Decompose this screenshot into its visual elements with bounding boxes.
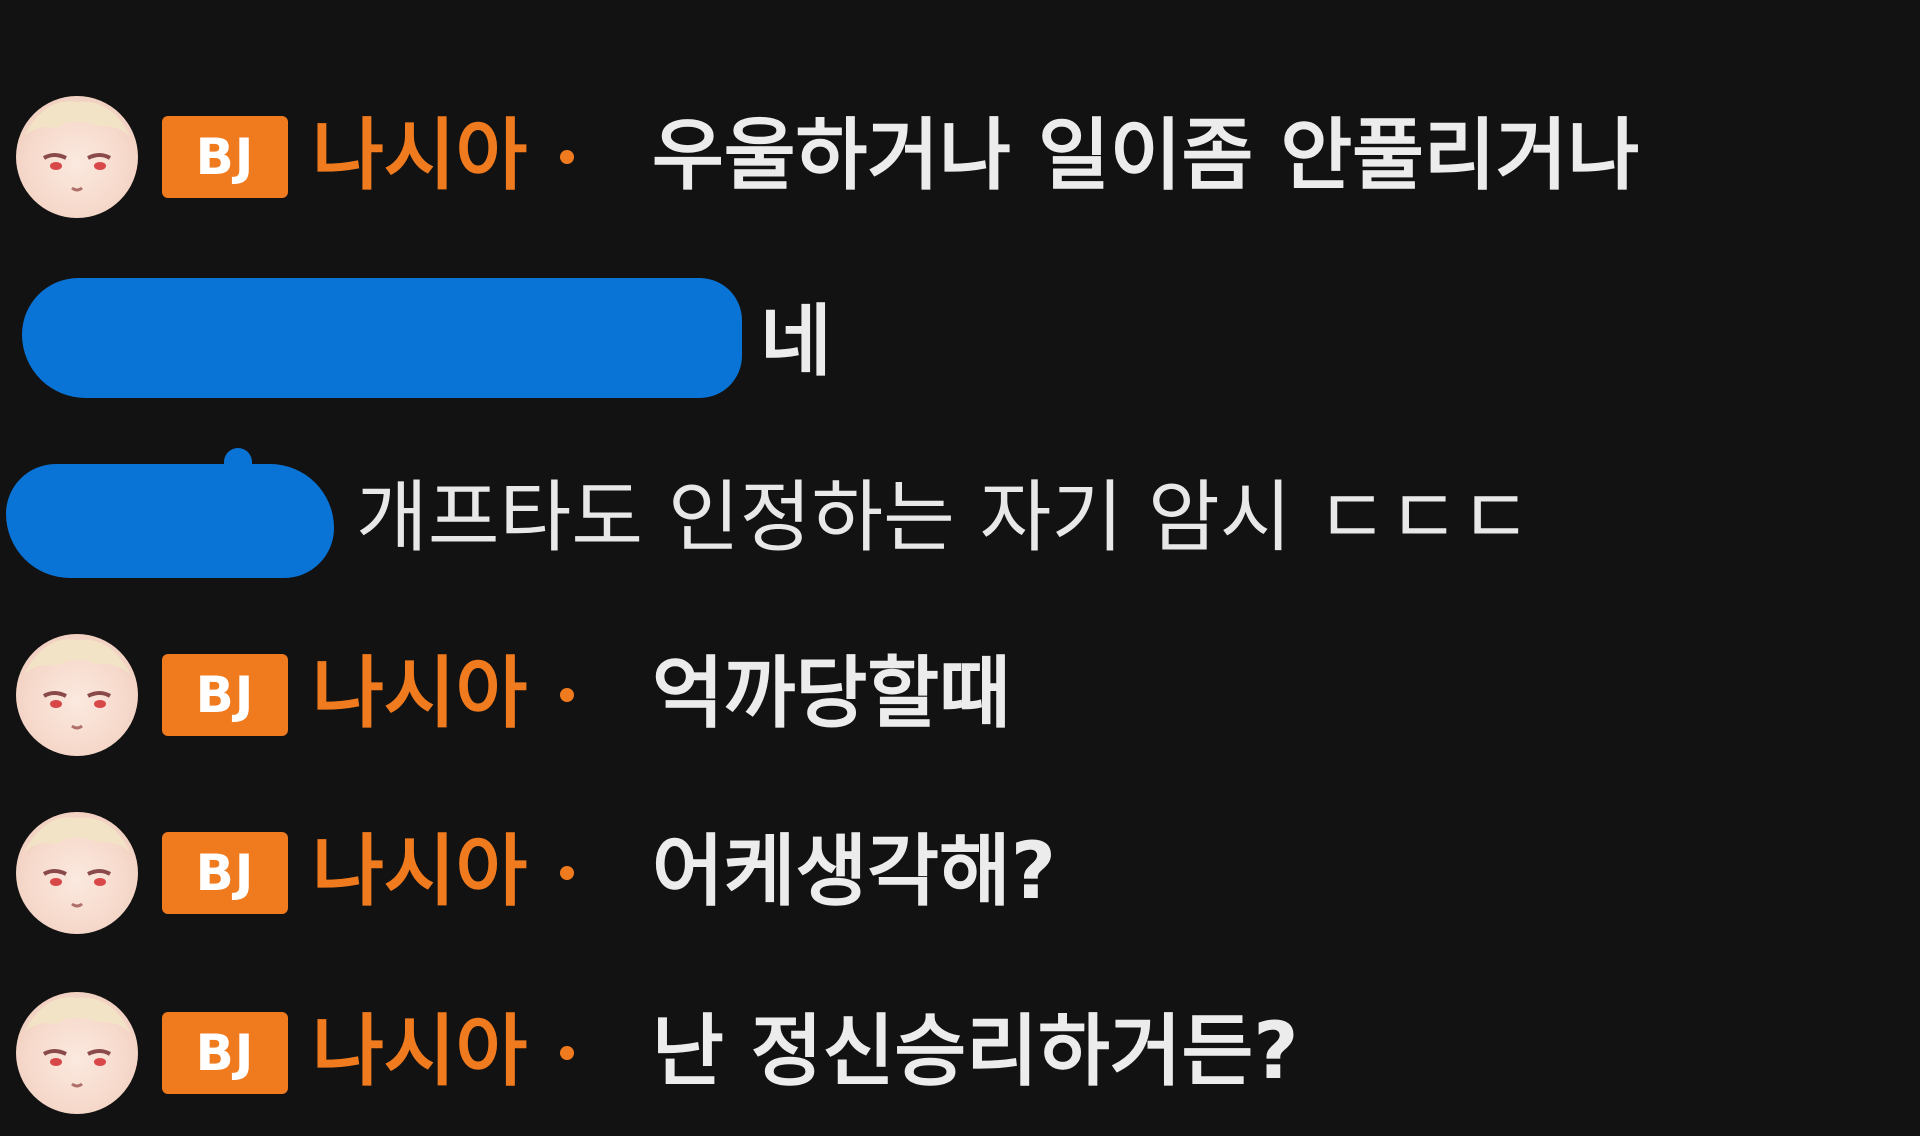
nickname[interactable]: 나시아 bbox=[312, 822, 527, 922]
chat-panel: BJ 나시아 우울하거나 일이좀 안풀리거나 네 개프타도 인정하는 자기 암시… bbox=[0, 0, 1920, 1136]
avatar[interactable] bbox=[16, 96, 138, 218]
separator-dot bbox=[560, 1046, 574, 1060]
chat-message: BJ 나시아 어케생각해? bbox=[0, 812, 1920, 942]
anime-avatar-icon bbox=[24, 817, 130, 908]
bj-badge: BJ bbox=[162, 832, 288, 914]
separator-dot bbox=[560, 866, 574, 880]
chat-message: BJ 나시아 우울하거나 일이좀 안풀리거나 bbox=[0, 96, 1920, 226]
bj-badge: BJ bbox=[162, 654, 288, 736]
separator-dot bbox=[560, 688, 574, 702]
anime-avatar-icon bbox=[24, 101, 130, 192]
redaction-mark bbox=[6, 464, 334, 578]
nickname[interactable]: 나시아 bbox=[312, 1002, 527, 1102]
chat-message: 개프타도 인정하는 자기 암시 ㄷㄷㄷ bbox=[0, 448, 1920, 578]
anime-avatar-icon bbox=[24, 997, 130, 1088]
bj-badge: BJ bbox=[162, 1012, 288, 1094]
chat-message-partial bbox=[0, 0, 1920, 14]
message-text: 개프타도 인정하는 자기 암시 ㄷㄷㄷ bbox=[356, 473, 1532, 563]
nickname[interactable]: 나시아 bbox=[312, 106, 527, 206]
redaction-mark bbox=[224, 448, 252, 502]
separator-dot bbox=[560, 150, 574, 164]
redaction-mark bbox=[22, 278, 742, 398]
chat-message: BJ 나시아 억까당할때 bbox=[0, 634, 1920, 764]
anime-avatar-icon bbox=[24, 639, 130, 730]
chat-message: BJ 나시아 난 정신승리하거든? bbox=[0, 992, 1920, 1122]
avatar[interactable] bbox=[16, 634, 138, 756]
message-text: 네 bbox=[760, 297, 832, 387]
message-text: 어케생각해? bbox=[652, 827, 1057, 917]
avatar[interactable] bbox=[16, 992, 138, 1114]
message-text: 우울하거나 일이좀 안풀리거나 bbox=[652, 111, 1640, 201]
nickname[interactable]: 나시아 bbox=[312, 644, 527, 744]
chat-message: 네 bbox=[0, 270, 1920, 400]
bj-badge: BJ bbox=[162, 116, 288, 198]
message-text: 난 정신승리하거든? bbox=[652, 1007, 1299, 1097]
message-text: 억까당할때 bbox=[652, 649, 1011, 739]
avatar[interactable] bbox=[16, 812, 138, 934]
